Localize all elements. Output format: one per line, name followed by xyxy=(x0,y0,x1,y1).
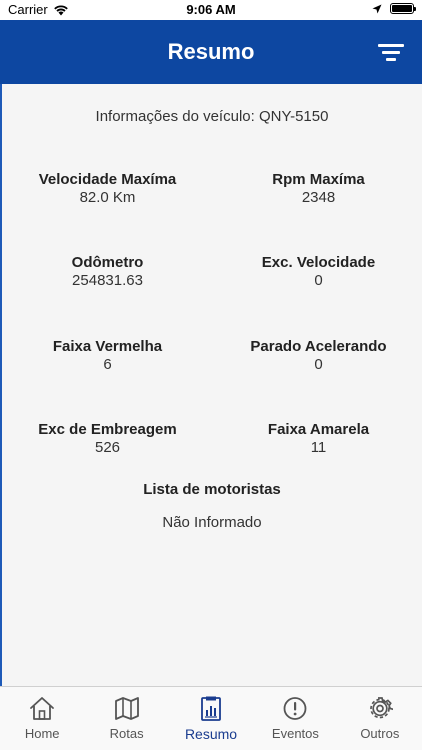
stat-odometer: Odômetro 254831.63 xyxy=(2,254,213,289)
tab-label: Eventos xyxy=(271,726,319,741)
stat-max-rpm: Rpm Maxíma 2348 xyxy=(213,171,422,206)
tab-label: Rotas xyxy=(109,726,144,741)
stat-label: Rpm Maxíma xyxy=(272,171,365,188)
stat-label: Odômetro xyxy=(71,254,144,271)
stat-label: Faixa Amarela xyxy=(267,421,370,438)
stat-label: Faixa Vermelha xyxy=(52,338,163,355)
stat-value: 0 xyxy=(314,356,323,373)
stat-label: Parado Acelerando xyxy=(250,338,387,355)
tab-label: Outros xyxy=(360,726,400,741)
tab-home[interactable]: Home xyxy=(0,687,84,750)
page-title: Resumo xyxy=(167,39,255,64)
clipboard-icon xyxy=(201,696,221,721)
battery-fill xyxy=(392,5,412,12)
drivers-list-title: Lista de motoristas xyxy=(143,481,281,498)
summary-content: Informações do veículo: QNY-5150 Velocid… xyxy=(0,84,422,686)
stat-value: 254831.63 xyxy=(72,272,143,289)
stat-value: 0 xyxy=(314,272,323,289)
stat-idle-accelerating: Parado Acelerando 0 xyxy=(213,338,422,373)
stat-red-band: Faixa Vermelha 6 xyxy=(2,338,213,373)
stat-max-speed: Velocidade Maxíma 82.0 Km xyxy=(2,171,213,206)
stat-label: Velocidade Maxíma xyxy=(38,171,177,188)
tab-eventos[interactable]: Eventos xyxy=(253,687,337,750)
status-time: 9:06 AM xyxy=(186,2,236,17)
vehicle-info: Informações do veículo: QNY-5150 xyxy=(95,108,329,125)
stat-speed-excess: Exc. Velocidade 0 xyxy=(213,254,422,289)
stat-label: Exc de Embreagem xyxy=(38,421,177,438)
tab-bar: Home Rotas Resumo Eventos Outros xyxy=(0,686,422,750)
alert-icon xyxy=(284,697,307,720)
stat-value: 526 xyxy=(94,439,121,456)
nav-bar: Resumo xyxy=(0,20,422,84)
stat-value: 6 xyxy=(103,356,112,373)
stat-label: Exc. Velocidade xyxy=(261,254,376,271)
stat-value: 11 xyxy=(310,439,327,456)
tab-rotas[interactable]: Rotas xyxy=(84,687,168,750)
filter-icon[interactable] xyxy=(378,42,404,62)
stat-value: 82.0 Km xyxy=(79,189,136,206)
tab-label: Home xyxy=(24,726,60,741)
status-bar: Carrier 9:06 AM xyxy=(0,0,422,20)
tab-outros[interactable]: Outros xyxy=(338,687,422,750)
tab-label: Resumo xyxy=(184,726,238,742)
tab-resumo[interactable]: Resumo xyxy=(169,687,253,750)
stat-yellow-band: Faixa Amarela 11 xyxy=(213,421,422,456)
drivers-list-value: Não Informado xyxy=(162,514,262,531)
stat-clutch-excess: Exc de Embreagem 526 xyxy=(2,421,213,456)
battery-icon xyxy=(390,3,416,14)
gear-icon xyxy=(369,697,393,719)
home-icon xyxy=(30,697,55,720)
stat-value: 2348 xyxy=(301,189,336,206)
status-right xyxy=(372,3,416,14)
map-icon xyxy=(114,697,139,720)
location-arrow-icon xyxy=(372,4,382,13)
